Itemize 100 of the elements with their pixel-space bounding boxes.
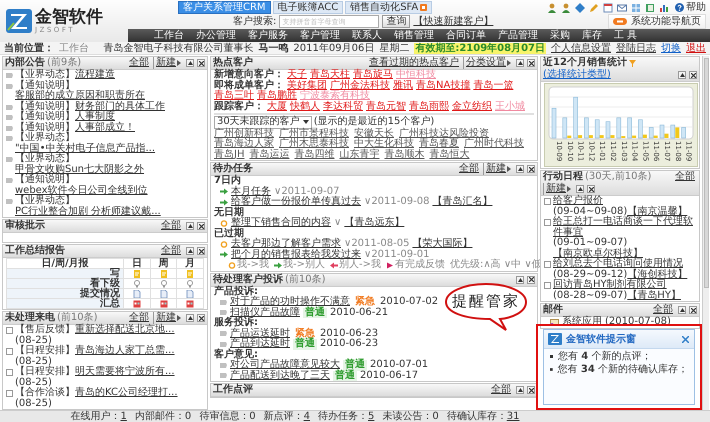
panel-action-link[interactable]: 全部	[127, 312, 151, 324]
close-button[interactable]	[197, 247, 205, 255]
schedule-link[interactable]: 给客户报价	[553, 196, 603, 206]
minimize-button[interactable]	[678, 306, 686, 314]
entry-link[interactable]: PC行业整合加剧 分析师建议戴...	[15, 206, 161, 217]
minimize-button[interactable]	[516, 59, 524, 67]
task-link[interactable]: 整理下销售合同的内容	[231, 218, 331, 228]
entry-link[interactable]: 明天需要将宁波所有...	[75, 367, 175, 378]
schedule-link[interactable]: 给刘总去个电话询问使用情况	[553, 259, 683, 270]
complaint-link[interactable]: 对于产品的功时操作不满意	[230, 297, 350, 308]
task-link[interactable]: 本月任务	[231, 186, 271, 197]
customer-link[interactable]: 【青岛汇名】	[432, 197, 492, 208]
minimize-button[interactable]	[186, 247, 194, 255]
filter-dropdown[interactable]: 30天未跟踪的客户	[214, 116, 312, 128]
customer-link[interactable]: 青岛海边人家	[214, 139, 274, 150]
checkbox-icon[interactable]	[544, 282, 551, 289]
checkbox-icon[interactable]	[6, 390, 13, 397]
minimize-button[interactable]	[516, 165, 524, 173]
quick-new-customer-link[interactable]: 【快速新建客户】	[413, 16, 494, 27]
customer-link[interactable]: 美好集团	[287, 80, 327, 91]
customer-link[interactable]: 安徽天长	[354, 128, 394, 139]
nav-page-button[interactable]: 系统功能导航页	[608, 14, 706, 29]
panel-action-link[interactable]: 全部	[651, 304, 675, 316]
bulb-icon[interactable]	[186, 280, 194, 288]
nav-menu-item[interactable]: 产品管理	[492, 29, 544, 43]
customer-link[interactable]: 广州时代科技	[464, 139, 524, 150]
customer-link[interactable]: 青岛顺木	[384, 150, 424, 160]
customer-link[interactable]: 青岛恒大	[429, 150, 470, 160]
panel-action-link[interactable]: 分类设置	[463, 57, 513, 69]
diamond-icon[interactable]	[574, 2, 586, 13]
checkbox-icon[interactable]	[544, 261, 551, 268]
minimize-button[interactable]	[576, 185, 584, 193]
close-button[interactable]	[527, 59, 535, 67]
checkbox-icon[interactable]	[6, 348, 13, 355]
document-icon[interactable]	[132, 290, 141, 298]
header-link[interactable]: 退出	[686, 42, 706, 54]
nav-menu-item[interactable]: 销售管理	[388, 29, 440, 43]
close-button[interactable]	[197, 222, 205, 230]
chart-type-link[interactable]: (选择统计类型)	[543, 69, 611, 81]
app-tab[interactable]: 电子账簿ACC	[272, 1, 344, 14]
customer-link[interactable]: 山东青宇	[339, 150, 380, 160]
close-button[interactable]	[197, 314, 205, 322]
customer-link[interactable]: 金立纺织	[452, 102, 492, 112]
customer-link[interactable]: 青岛JH	[214, 150, 244, 160]
close-button[interactable]	[527, 386, 535, 394]
task-link[interactable]: 把个月的销售报表给我发过来	[231, 250, 361, 260]
customer-link[interactable]: 李达科贸	[323, 102, 363, 112]
customer-link[interactable]: 广州金法科技	[330, 80, 390, 91]
table-icon[interactable]	[132, 300, 141, 308]
document-icon[interactable]	[160, 290, 168, 298]
customer-link[interactable]: 大厦	[267, 102, 287, 112]
customer-link[interactable]: 广州创新科技	[214, 128, 274, 139]
panel-action-link[interactable]: 全部	[489, 384, 513, 396]
customer-link[interactable]: 广州科技达风险投资	[399, 128, 489, 139]
panel-action-link[interactable]: 全部	[127, 57, 151, 69]
nav-menu-item[interactable]: 客户服务	[242, 29, 294, 43]
entry-link[interactable]: 客服部的成立原因和职责所在	[15, 91, 145, 102]
task-link[interactable]: 给客户做一份报价单传真过去	[231, 197, 361, 208]
panel-action-link[interactable]: 新建	[153, 57, 183, 69]
customer-link[interactable]: 广州木思泰科技	[279, 139, 349, 150]
customer-link[interactable]: 青岛元智	[366, 102, 406, 112]
nav-menu-item[interactable]: 工 具	[608, 29, 644, 43]
entry-link[interactable]: 青岛海边人家丁总需...	[75, 346, 175, 356]
minimize-button[interactable]	[678, 71, 686, 79]
help-button[interactable]: 帮助	[675, 2, 706, 13]
checkbox-icon[interactable]	[544, 219, 551, 226]
customer-link[interactable]: 【荣大国际】	[412, 239, 472, 250]
nav-menu-item[interactable]: 合同订单	[440, 29, 492, 43]
minimize-button[interactable]	[186, 314, 194, 322]
complaint-link[interactable]: 产品配送到达晚了三天	[230, 370, 330, 381]
pencil-icon[interactable]	[588, 2, 600, 13]
search-button[interactable]: 查询	[382, 15, 410, 28]
complaint-link[interactable]: 扫描仪产品故障	[230, 308, 300, 318]
scrollbar[interactable]	[702, 56, 709, 410]
minimize-button[interactable]	[516, 276, 524, 284]
entry-link[interactable]: 人事部成立！	[75, 122, 135, 133]
checkbox-icon[interactable]	[6, 327, 13, 334]
customer-link[interactable]: 青岛天柱	[310, 70, 350, 80]
customer-link[interactable]: 【青岛远东】	[344, 218, 404, 228]
entry-link[interactable]: 财务部门的具体工作	[75, 102, 165, 112]
customer-link[interactable]: 青岛三叶	[214, 91, 254, 102]
book-icon[interactable]	[644, 2, 656, 13]
entry-link[interactable]: webex软件今日公司全线到位	[15, 186, 148, 196]
customer-link[interactable]: 青岛雨熙	[409, 102, 449, 112]
minimize-button[interactable]	[516, 386, 524, 394]
entry-link[interactable]: 重新选择配送北京地...	[75, 325, 175, 336]
close-button[interactable]	[527, 276, 535, 284]
checkbox-icon[interactable]	[6, 369, 13, 376]
customer-link[interactable]: 雅讯	[393, 80, 413, 91]
panel-action-link[interactable]: 新建	[543, 183, 573, 195]
complaint-link[interactable]: 产品运送延时	[230, 328, 290, 339]
panel-action-link[interactable]: 新建	[483, 163, 513, 175]
minimize-button[interactable]	[186, 59, 194, 67]
schedule-link[interactable]: 回访青岛HY制剂有限公司	[553, 280, 667, 290]
close-button[interactable]	[527, 165, 535, 173]
nav-menu-item[interactable]: 联系人	[346, 29, 388, 43]
customer-link[interactable]: 青岛运运	[249, 150, 290, 160]
status-count-link[interactable]: 5	[368, 411, 374, 422]
person-icon[interactable]	[560, 2, 572, 13]
app-tab[interactable]: 销售自动化SFA	[345, 1, 432, 14]
